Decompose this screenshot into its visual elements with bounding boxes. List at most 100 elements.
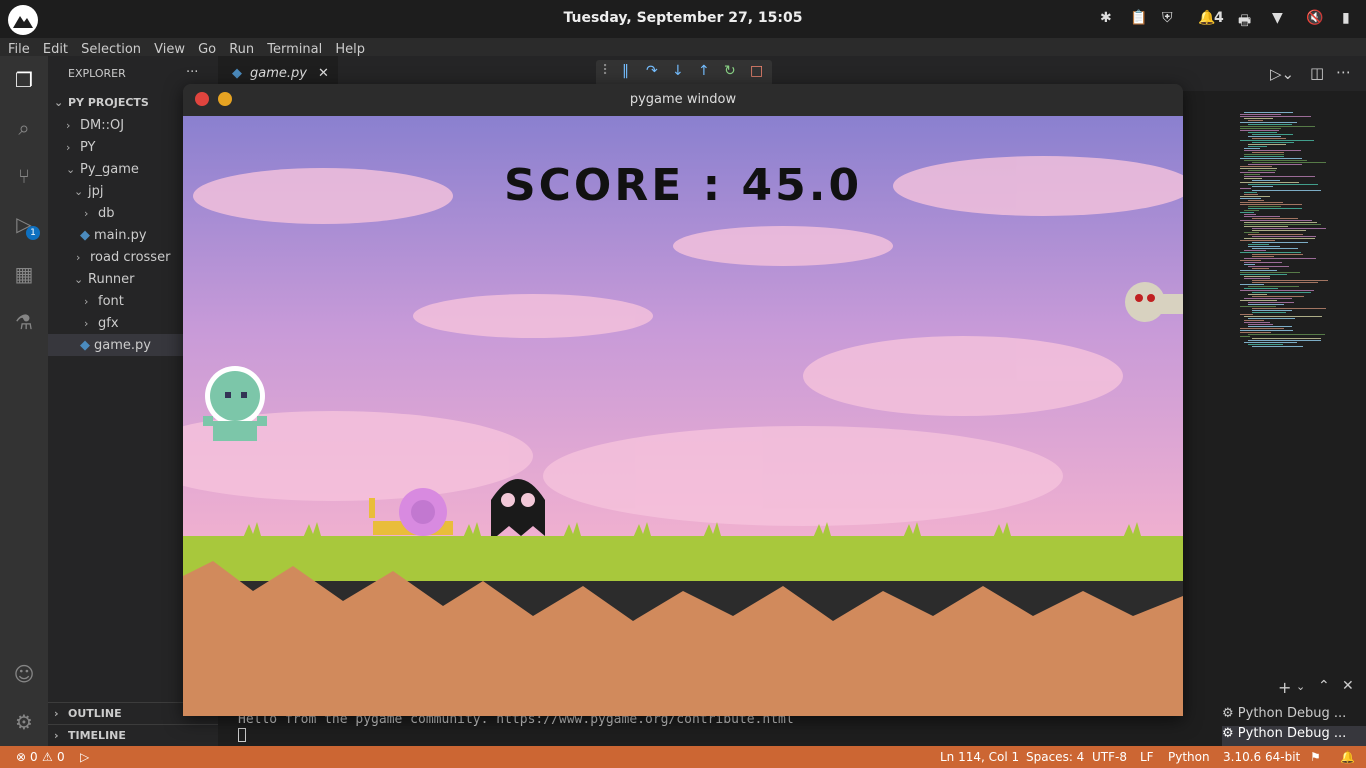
explorer-icon[interactable]: ❐ <box>10 66 38 94</box>
pygame-window-title: pygame window <box>629 92 737 107</box>
tree-item-py-game[interactable]: ⌄ Py_game <box>66 162 139 177</box>
minimap-line <box>1244 262 1282 263</box>
notification-count: 4 <box>1214 10 1224 26</box>
new-terminal-icon[interactable]: + <box>1278 678 1291 697</box>
game-canvas[interactable]: SCORE : 45.0 <box>183 116 1183 716</box>
notifications-icon[interactable]: 🔔 <box>1198 10 1215 26</box>
tree-item-road-crosser[interactable]: › road crosser <box>76 250 170 265</box>
minimap-line <box>1248 286 1299 287</box>
minimap-line <box>1244 316 1322 317</box>
close-panel-icon[interactable]: ✕ <box>1342 678 1354 694</box>
minimap-line <box>1248 326 1292 327</box>
warning-count[interactable]: 0 <box>57 750 65 764</box>
chevron-right-icon: › <box>84 295 89 308</box>
minimap-line <box>1240 260 1261 261</box>
tab-label: game.py <box>250 66 307 81</box>
terminal-session-2[interactable]: ⚙ Python Debug ... <box>1222 726 1366 746</box>
printer-icon[interactable]: 🖶 <box>1238 10 1251 34</box>
debug-gear-icon: ⚙ <box>1222 726 1238 741</box>
pause-icon[interactable]: ‖ <box>622 63 629 79</box>
step-out-icon[interactable]: ↑ <box>698 63 710 79</box>
minimap-line <box>1240 330 1293 331</box>
extensions-icon[interactable]: ▦ <box>10 260 38 288</box>
bluetooth-icon[interactable]: ✱ <box>1100 10 1112 26</box>
step-over-icon[interactable]: ↷ <box>646 63 658 79</box>
minimap-line <box>1248 344 1283 345</box>
tree-item-gfx[interactable]: › gfx <box>84 316 119 331</box>
tree-item-jpj[interactable]: ⌄ jpj <box>74 184 103 199</box>
language-mode[interactable]: Python <box>1168 750 1210 764</box>
more-actions-icon[interactable]: ⋯ <box>1336 63 1351 81</box>
account-icon[interactable]: ☺ <box>10 660 38 688</box>
end-of-line[interactable]: LF <box>1140 750 1154 764</box>
pygame-titlebar[interactable]: pygame window <box>183 84 1183 116</box>
outline-section[interactable]: › OUTLINE <box>54 707 122 720</box>
workspace-root[interactable]: ⌄ PY PROJECTS <box>54 96 149 109</box>
minimap-line <box>1248 302 1294 303</box>
error-count[interactable]: 0 <box>30 750 38 764</box>
python-interpreter[interactable]: 3.10.6 64-bit <box>1223 750 1300 764</box>
activity-bar: ❐ ⌕ ⑂ ▷ 1 ▦ ⚗ ☺ ⚙ <box>0 56 48 746</box>
minimap-line <box>1240 336 1250 337</box>
tree-item-py[interactable]: › PY <box>66 140 96 155</box>
settings-gear-icon[interactable]: ⚙ <box>10 708 38 736</box>
maximize-panel-icon[interactable]: ⌃ <box>1318 678 1330 694</box>
score-display: SCORE : 45.0 <box>503 160 863 211</box>
minimap-line <box>1244 150 1301 151</box>
search-icon[interactable]: ⌕ <box>10 114 38 142</box>
python-file-icon: ◆ <box>232 66 242 81</box>
file-encoding[interactable]: UTF-8 <box>1092 750 1127 764</box>
feedback-icon[interactable]: ⚑ <box>1310 750 1321 764</box>
minimap-line <box>1240 182 1299 183</box>
cursor-position[interactable]: Ln 114, Col 1 <box>940 750 1019 764</box>
restart-icon[interactable]: ↻ <box>724 63 736 79</box>
testing-flask-icon[interactable]: ⚗ <box>10 308 38 336</box>
close-tab-icon[interactable]: ✕ <box>318 66 329 81</box>
warning-icon[interactable]: ⚠ <box>42 750 53 764</box>
minimap-line <box>1252 338 1321 339</box>
minimap-line <box>1252 162 1326 163</box>
chevron-down-icon[interactable]: ⌄ <box>1296 680 1305 693</box>
clipboard-icon[interactable]: 📋 <box>1130 10 1147 26</box>
debug-gear-icon: ⚙ <box>1222 706 1238 721</box>
minimap-line <box>1240 252 1301 253</box>
debug-run-icon[interactable]: ▷ <box>80 750 89 764</box>
run-debug-dropdown-icon[interactable]: ▷⌄ <box>1270 65 1294 83</box>
minimap-line <box>1240 196 1270 197</box>
tree-item-main-py[interactable]: ◆ main.py <box>80 228 147 243</box>
minimap-line <box>1248 340 1321 341</box>
tree-item-font[interactable]: › font <box>84 294 124 309</box>
minimap-line <box>1252 254 1303 255</box>
minimap-line <box>1252 228 1326 229</box>
tree-item-runner[interactable]: ⌄ Runner <box>74 272 135 287</box>
chevron-right-icon: › <box>54 729 59 742</box>
battery-icon[interactable]: ▮ <box>1342 10 1350 26</box>
step-into-icon[interactable]: ↓ <box>672 63 684 79</box>
wifi-icon[interactable]: ▼ <box>1272 10 1283 26</box>
minimap-line <box>1244 178 1262 179</box>
split-editor-icon[interactable]: ◫ <box>1310 64 1324 82</box>
drag-handle-icon[interactable]: ⠇ <box>602 63 612 79</box>
source-control-icon[interactable]: ⑂ <box>10 162 38 190</box>
timeline-section[interactable]: › TIMELINE <box>54 729 126 742</box>
tree-item-game-py[interactable]: ◆ game.py <box>80 338 151 353</box>
minimap-line <box>1244 214 1256 215</box>
minimap-line <box>1240 130 1279 131</box>
minimap-line <box>1240 128 1281 129</box>
explorer-more-button[interactable]: ··· <box>186 65 198 80</box>
terminal-side-panel: + ⌄ ⌃ ✕ ⚙ Python Debug ... ⚙ Python Debu… <box>1184 672 1366 746</box>
stop-icon[interactable]: □ <box>750 63 763 79</box>
tree-item-dmoj[interactable]: › DM::OJ <box>66 118 124 133</box>
notifications-bell-icon[interactable]: 🔔 <box>1340 750 1355 764</box>
minimap-line <box>1240 300 1277 301</box>
chevron-right-icon: › <box>66 119 71 132</box>
shield-icon[interactable]: ⛨ <box>1162 10 1173 26</box>
minimap-line <box>1240 240 1275 241</box>
tree-item-db[interactable]: › db <box>84 206 115 221</box>
error-icon[interactable]: ⊗ <box>16 750 26 764</box>
minimap-line <box>1244 118 1273 119</box>
minimap[interactable] <box>1238 112 1356 362</box>
volume-muted-icon[interactable]: 🔇 <box>1306 10 1323 26</box>
indentation[interactable]: Spaces: 4 <box>1026 750 1084 764</box>
terminal-session-1[interactable]: ⚙ Python Debug ... <box>1222 706 1366 726</box>
